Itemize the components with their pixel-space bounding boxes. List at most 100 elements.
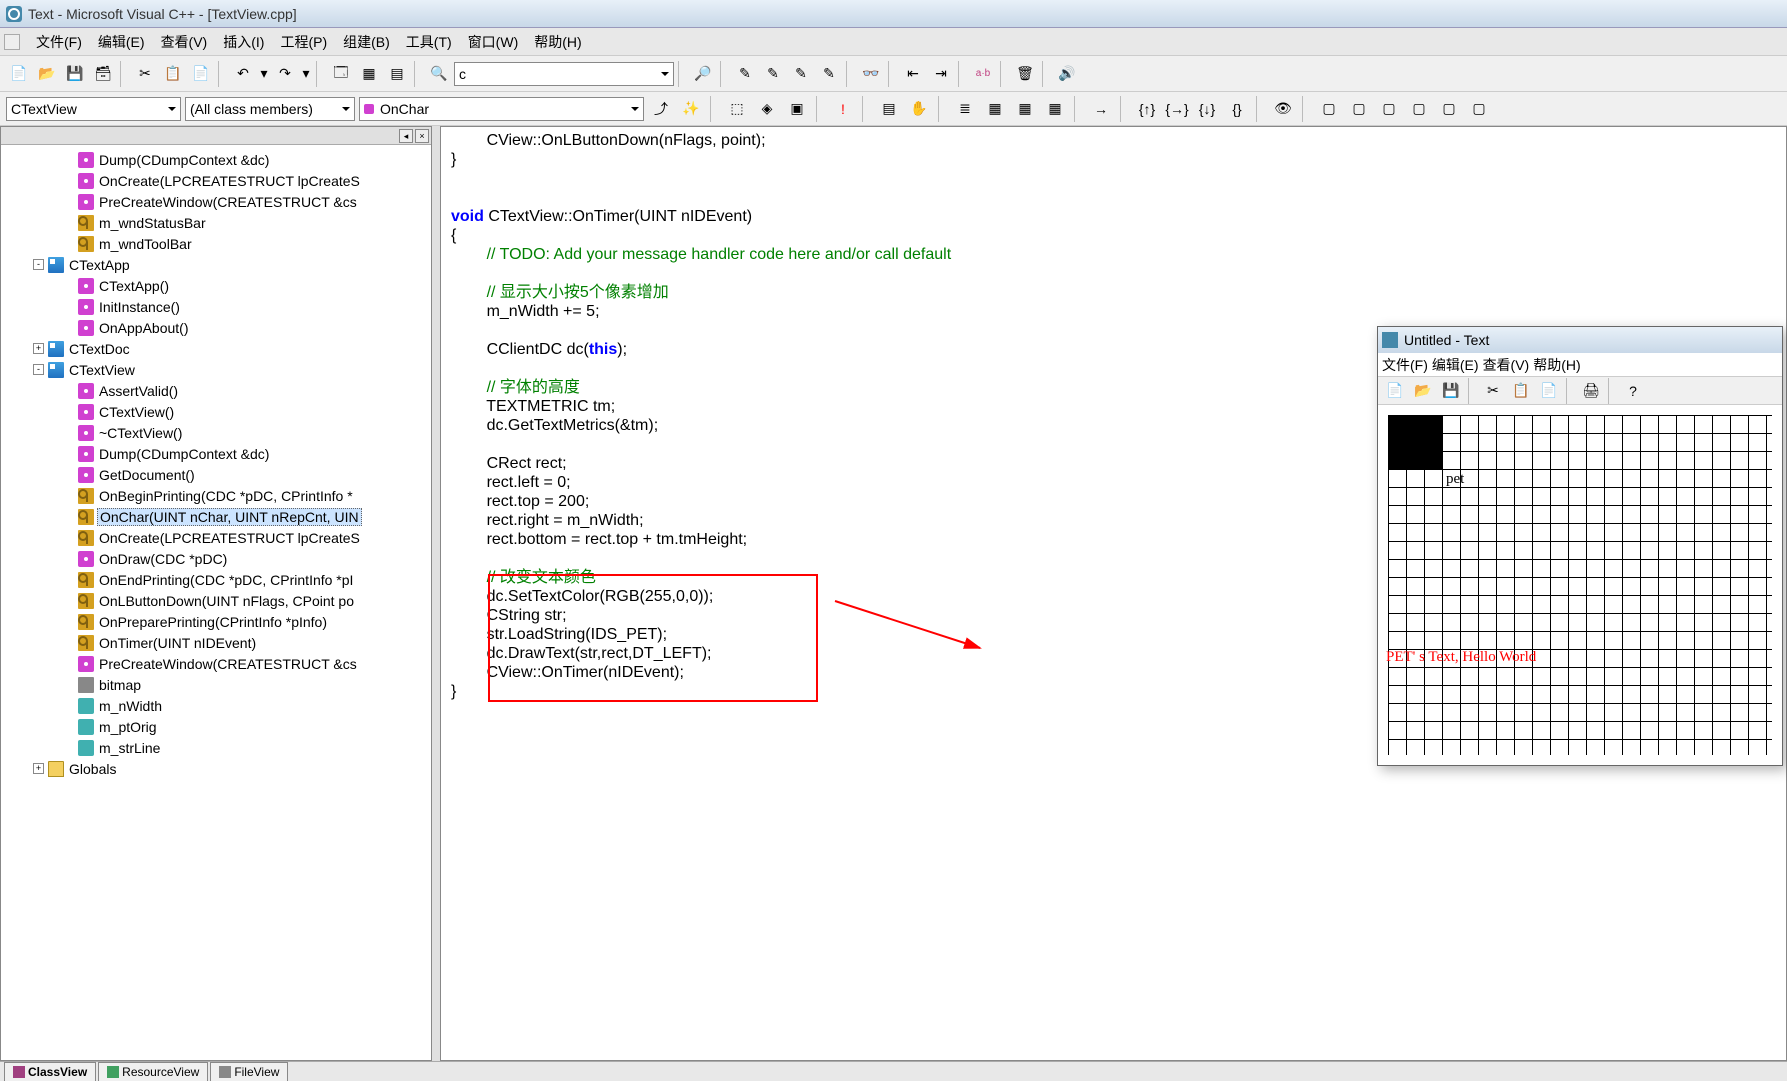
tree-node[interactable]: OnEndPrinting(CDC *pDC, CPrintInfo *pI — [3, 569, 429, 590]
tree-node[interactable]: Dump(CDumpContext &dc) — [3, 443, 429, 464]
tree-node[interactable]: m_nWidth — [3, 695, 429, 716]
wand2-button[interactable]: ✎ — [788, 61, 814, 87]
menu-tools[interactable]: 工具(T) — [398, 30, 460, 54]
tab-fileview[interactable]: FileView — [210, 1062, 288, 1081]
panel-close-button[interactable]: × — [415, 129, 429, 143]
menu-window[interactable]: 窗口(W) — [460, 30, 527, 54]
tree-node[interactable]: OnChar(UINT nChar, UINT nRepCnt, UIN — [3, 506, 429, 527]
wand3-button[interactable]: ✎ — [816, 61, 842, 87]
w5-button[interactable]: ▢ — [1436, 96, 1462, 122]
redo-button[interactable]: ↷ — [272, 61, 298, 87]
output-button[interactable]: ▤ — [384, 61, 410, 87]
b2-button[interactable]: ◈ — [754, 96, 780, 122]
delete-button[interactable]: 🗑 — [1012, 61, 1038, 87]
paste-button[interactable]: 📄 — [188, 61, 214, 87]
child-save-button[interactable]: 💾 — [1438, 378, 1464, 404]
wiz-button[interactable]: ✨ — [678, 96, 704, 122]
class-combo[interactable]: CTextView — [6, 97, 181, 121]
brace-button[interactable]: {} — [1224, 96, 1250, 122]
dbg3-button[interactable]: ▦ — [1012, 96, 1038, 122]
find-combo[interactable]: c — [454, 62, 674, 86]
child-copy-button[interactable]: 📋 — [1508, 378, 1534, 404]
ab-button[interactable]: a·b — [970, 61, 996, 87]
tree-node[interactable]: OnTimer(UINT nIDEvent) — [3, 632, 429, 653]
tree-node[interactable]: OnCreate(LPCREATESTRUCT lpCreateS — [3, 527, 429, 548]
tree-node[interactable]: OnLButtonDown(UINT nFlags, CPoint po — [3, 590, 429, 611]
filter-combo[interactable]: (All class members) — [185, 97, 355, 121]
tree-node[interactable]: PreCreateWindow(CREATESTRUCT &cs — [3, 653, 429, 674]
w4-button[interactable]: ▢ — [1406, 96, 1432, 122]
save-all-button[interactable]: 🗃 — [90, 61, 116, 87]
tree-node[interactable]: CTextView() — [3, 401, 429, 422]
child-menu-help[interactable]: 帮助(H) — [1533, 355, 1580, 375]
b3-button[interactable]: ▣ — [784, 96, 810, 122]
tree-node[interactable]: +Globals — [3, 758, 429, 779]
tree-node[interactable]: Dump(CDumpContext &dc) — [3, 149, 429, 170]
dbg1-button[interactable]: ≣ — [952, 96, 978, 122]
step-over-button[interactable]: {→} — [1164, 96, 1190, 122]
child-menu-edit[interactable]: 编辑(E) — [1432, 355, 1479, 375]
compile-button[interactable]: ▤ — [876, 96, 902, 122]
child-menu-file[interactable]: 文件(F) — [1382, 355, 1428, 375]
save-button[interactable]: 💾 — [62, 61, 88, 87]
splitter[interactable] — [432, 126, 440, 1061]
window-list-button[interactable]: ▦ — [356, 61, 382, 87]
tree-node[interactable]: -CTextView — [3, 359, 429, 380]
tree-node[interactable]: m_strLine — [3, 737, 429, 758]
child-paste-button[interactable]: 📄 — [1536, 378, 1562, 404]
expand-icon[interactable]: + — [33, 343, 44, 354]
speaker-icon[interactable]: 🔊 — [1054, 61, 1080, 87]
child-new-button[interactable]: 📄 — [1382, 378, 1408, 404]
breakpoint-button[interactable]: ! — [830, 96, 856, 122]
tree-node[interactable]: AssertValid() — [3, 380, 429, 401]
tab-resourceview[interactable]: ResourceView — [98, 1062, 208, 1081]
undo-dropdown[interactable]: ▾ — [258, 61, 270, 87]
watch-button[interactable]: 👁 — [1270, 96, 1296, 122]
tree-node[interactable]: m_wndStatusBar — [3, 212, 429, 233]
go-button[interactable]: ⤴ — [648, 96, 674, 122]
menu-help[interactable]: 帮助(H) — [526, 30, 589, 54]
child-print-button[interactable]: 🖨 — [1578, 378, 1604, 404]
menu-view[interactable]: 查看(V) — [153, 30, 216, 54]
w3-button[interactable]: ▢ — [1376, 96, 1402, 122]
binoculars-icon[interactable]: 👓 — [858, 61, 884, 87]
wand-button[interactable]: ✎ — [760, 61, 786, 87]
redo-dropdown[interactable]: ▾ — [300, 61, 312, 87]
wand-red-icon[interactable]: ✎ — [732, 61, 758, 87]
tree-node[interactable]: m_wndToolBar — [3, 233, 429, 254]
class-tree[interactable]: Dump(CDumpContext &dc)OnCreate(LPCREATES… — [1, 145, 431, 1060]
open-button[interactable]: 📂 — [34, 61, 60, 87]
child-help-button[interactable]: ? — [1620, 378, 1646, 404]
tree-node[interactable]: OnDraw(CDC *pDC) — [3, 548, 429, 569]
expand-icon[interactable]: - — [33, 364, 44, 375]
new-text-button[interactable]: 📄 — [6, 61, 32, 87]
child-cut-button[interactable]: ✂ — [1480, 378, 1506, 404]
tree-node[interactable]: PreCreateWindow(CREATESTRUCT &cs — [3, 191, 429, 212]
child-menu-view[interactable]: 查看(V) — [1483, 355, 1530, 375]
copy-button[interactable]: 📋 — [160, 61, 186, 87]
menu-edit[interactable]: 编辑(E) — [90, 30, 153, 54]
b1-button[interactable]: ⬚ — [724, 96, 750, 122]
tree-node[interactable]: OnBeginPrinting(CDC *pDC, CPrintInfo * — [3, 485, 429, 506]
step-out-button[interactable]: {↑} — [1134, 96, 1160, 122]
w1-button[interactable]: ▢ — [1316, 96, 1342, 122]
menu-build[interactable]: 组建(B) — [335, 30, 398, 54]
workspace-button[interactable]: 🗔 — [328, 61, 354, 87]
menu-project[interactable]: 工程(P) — [272, 30, 335, 54]
cut-button[interactable]: ✂ — [132, 61, 158, 87]
tree-node[interactable]: OnAppAbout() — [3, 317, 429, 338]
expand-icon[interactable]: - — [33, 259, 44, 270]
tree-node[interactable]: OnCreate(LPCREATESTRUCT lpCreateS — [3, 170, 429, 191]
tree-node[interactable]: m_ptOrig — [3, 716, 429, 737]
w6-button[interactable]: ▢ — [1466, 96, 1492, 122]
tab-classview[interactable]: ClassView — [4, 1062, 96, 1081]
child-open-button[interactable]: 📂 — [1410, 378, 1436, 404]
tree-node[interactable]: CTextApp() — [3, 275, 429, 296]
menu-insert[interactable]: 插入(I) — [215, 30, 272, 54]
run-button[interactable]: → — [1088, 96, 1114, 122]
w2-button[interactable]: ▢ — [1346, 96, 1372, 122]
step-in-button[interactable]: {↓} — [1194, 96, 1220, 122]
dbg4-button[interactable]: ▦ — [1042, 96, 1068, 122]
panel-left-button[interactable]: ◂ — [399, 129, 413, 143]
doc-icon[interactable] — [4, 34, 20, 50]
